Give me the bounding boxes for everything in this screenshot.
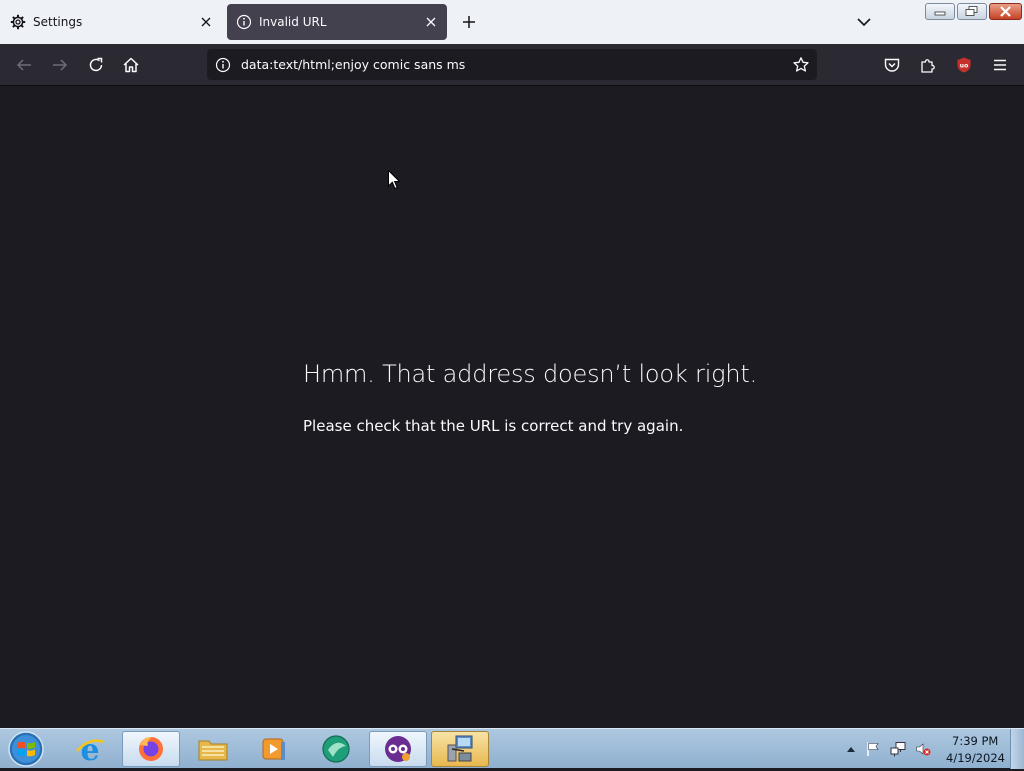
home-button[interactable] [120,54,142,76]
info-icon [236,14,252,30]
network-setup-taskbar-button[interactable] [431,731,489,767]
forward-button[interactable] [49,54,71,76]
firefox-taskbar-button[interactable] [122,731,180,767]
restore-button[interactable] [957,3,987,20]
fancy-app-taskbar-button[interactable] [369,731,427,767]
ublock-origin-icon[interactable]: uo [953,54,975,76]
action-center-flag-icon[interactable] [865,741,881,757]
media-player-taskbar-button[interactable] [245,731,303,767]
svg-text:e: e [80,733,99,765]
file-explorer-taskbar-button[interactable] [184,731,242,767]
taskbar: e 7:39 PM 4/19/2024 [0,728,1024,769]
minimize-button[interactable] [925,3,955,20]
show-hidden-icons-icon[interactable] [843,741,859,757]
start-button[interactable] [6,731,46,767]
internet-explorer-taskbar-button[interactable]: e [61,731,119,767]
tab-settings[interactable]: Settings [0,4,222,40]
site-info-icon[interactable] [215,57,231,73]
bookmark-star-icon[interactable] [792,56,810,74]
reload-button[interactable] [85,54,107,76]
tab-invalid-url-label: Invalid URL [259,15,327,29]
back-button[interactable] [13,54,35,76]
clock-time[interactable]: 7:39 PM [952,734,998,748]
tab-invalid-url[interactable]: Invalid URL [227,4,447,40]
show-desktop-button[interactable] [1010,729,1024,769]
remote-app-taskbar-button[interactable] [307,731,365,767]
page-content: Hmm. That address doesn’t look right. Pl… [0,86,1024,728]
close-window-button[interactable] [989,3,1022,20]
error-title: Hmm. That address doesn’t look right. [303,360,758,388]
extensions-puzzle-icon[interactable] [917,54,939,76]
close-tab-icon[interactable] [423,14,439,30]
url-input[interactable]: data:text/html;enjoy comic sans ms [241,57,465,72]
new-tab-button[interactable] [460,13,478,31]
gear-icon [10,14,26,30]
tab-settings-label: Settings [33,15,83,29]
close-tab-icon[interactable] [198,14,214,30]
tab-strip: Settings Invalid URL [0,0,1024,44]
hamburger-menu-icon[interactable] [989,54,1011,76]
pocket-button[interactable] [881,54,903,76]
list-all-tabs-chevron-down-icon[interactable] [855,14,873,30]
navigation-toolbar: data:text/html;enjoy comic sans ms uo [0,44,1024,86]
network-icon[interactable] [890,741,906,757]
error-description: Please check that the URL is correct and… [303,417,684,435]
svg-text:uo: uo [960,63,968,70]
volume-muted-icon[interactable] [915,741,931,757]
url-bar[interactable]: data:text/html;enjoy comic sans ms [207,49,817,80]
mouse-cursor-icon [388,169,401,190]
clock-date[interactable]: 4/19/2024 [946,751,1005,765]
